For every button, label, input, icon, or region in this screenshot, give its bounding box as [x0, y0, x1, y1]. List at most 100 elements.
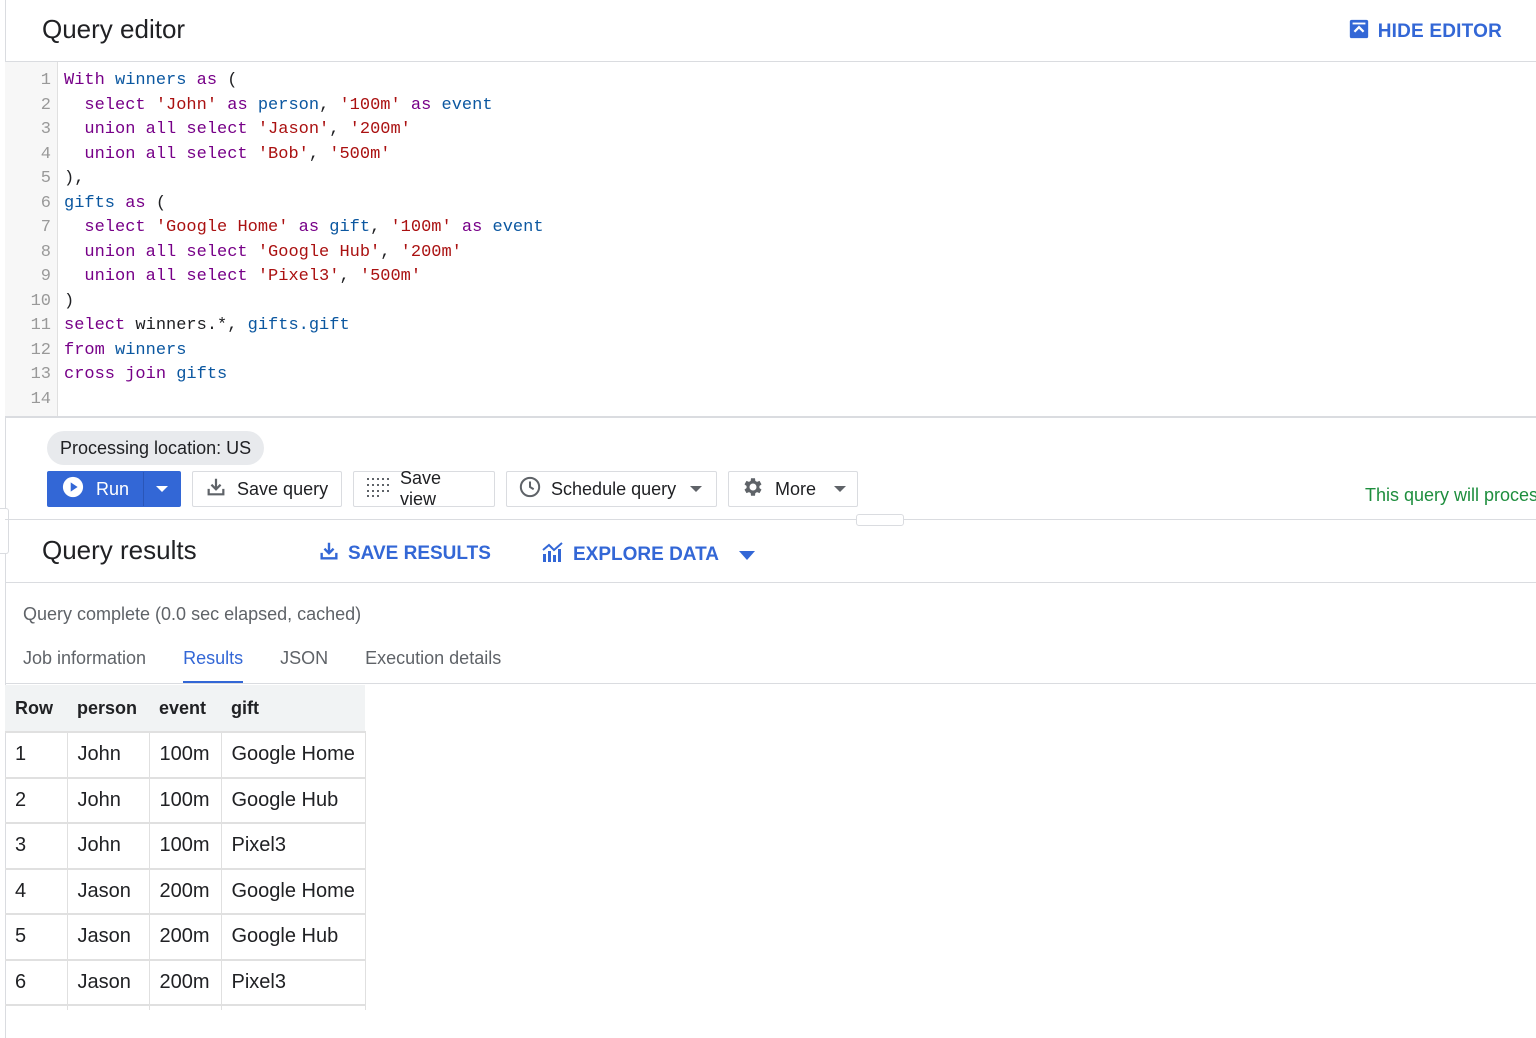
code-token: from: [64, 340, 116, 360]
code-token: ,: [370, 218, 391, 237]
code-text: union all select 'Bob', '500m': [64, 143, 390, 168]
run-button[interactable]: Run: [47, 471, 182, 507]
explore-data-label: EXPLORE DATA: [573, 544, 720, 565]
table-row[interactable]: 2 John 100m Google Hub: [5, 776, 366, 823]
explore-data-button[interactable]: EXPLORE DATA: [541, 540, 756, 570]
code-token: ,: [339, 267, 360, 286]
code-token: union all select: [84, 144, 258, 164]
line-number: 7: [40, 218, 51, 237]
save-results-button[interactable]: SAVE RESULTS: [318, 540, 491, 568]
code-text: With winners as (: [64, 69, 237, 94]
editor-title: Query editor: [42, 14, 186, 44]
line-number: 5: [40, 169, 51, 188]
code-line[interactable]: 4 union all select 'Bob', '500m': [5, 143, 1536, 168]
code-line[interactable]: 12 from winners: [5, 339, 1536, 364]
cell-gift: Google Home: [221, 867, 366, 914]
code-line[interactable]: 13 cross join gifts: [5, 363, 1536, 388]
bytes-processed-note: This query will proces: [1365, 485, 1536, 505]
tab-job-information[interactable]: Job information: [23, 646, 146, 684]
table-row[interactable]: 1 John 100m Google Home: [5, 731, 366, 778]
resize-handle[interactable]: [856, 514, 904, 526]
cell-row: 2: [5, 776, 68, 823]
table-row[interactable]: 3 John 100m Pixel3: [5, 822, 366, 869]
results-title: Query results: [42, 535, 197, 565]
tab-execution-details[interactable]: Execution details: [365, 646, 501, 684]
code-token: gifts: [176, 365, 228, 384]
cell-event: 200m: [149, 867, 222, 914]
side-panel-toggle[interactable]: [0, 508, 9, 554]
processing-location-chip[interactable]: Processing location: US: [47, 431, 265, 465]
save-query-label: Save query: [237, 478, 329, 499]
code-token: (: [155, 193, 167, 213]
line-number: 11: [30, 316, 51, 335]
code-line[interactable]: 2 select 'John' as person, '100m' as eve…: [5, 94, 1536, 119]
code-text: select 'Google Home' as gift, '100m' as …: [64, 216, 543, 241]
more-label: More: [775, 478, 817, 499]
schedule-query-button[interactable]: Schedule query: [506, 471, 718, 507]
code-text: from winners: [64, 339, 186, 364]
code-text: union all select 'Jason', '200m': [64, 118, 410, 143]
cell-gift: Google Home: [221, 731, 366, 778]
code-token: event: [441, 95, 493, 115]
query-toolbar: Run Save query Save view Schedule query …: [47, 468, 859, 509]
chevron-down-icon: [739, 550, 756, 560]
editor-divider: [5, 416, 1536, 418]
code-line[interactable]: 3 union all select 'Jason', '200m': [5, 118, 1536, 143]
code-line[interactable]: 7 select 'Google Home' as gift, '100m' a…: [5, 216, 1536, 241]
line-number: 4: [40, 144, 51, 164]
code-token: select: [84, 95, 156, 115]
cell-event: 100m: [149, 731, 222, 778]
save-view-button[interactable]: Save view: [353, 468, 496, 509]
cell-gift: Google Hub: [221, 776, 366, 823]
code-editor[interactable]: 1 With winners as (2 select 'John' as per…: [5, 62, 1536, 416]
code-token: 'John': [155, 95, 228, 115]
save-query-button[interactable]: Save query: [192, 471, 343, 507]
code-token: select: [64, 316, 136, 335]
code-token: as: [196, 71, 228, 90]
code-line[interactable]: 1 With winners as (: [5, 69, 1536, 94]
code-line[interactable]: 6 gifts as (: [5, 192, 1536, 217]
results-table: Row person event gift 1 John 100m Google Ho…: [5, 685, 366, 1010]
code-line[interactable]: 10): [5, 290, 1536, 315]
cell-person: Jason: [67, 958, 150, 1005]
code-line[interactable]: 9 union all select 'Pixel3', '500m': [5, 265, 1536, 290]
table-row[interactable]: 4 Jason 200m Google Home: [5, 867, 366, 914]
chevron-down-icon: [834, 486, 847, 492]
line-number: 9: [40, 267, 51, 286]
table-row[interactable]: 6 Jason 200m Pixel3: [5, 958, 366, 1005]
code-token: '200m': [400, 242, 462, 262]
run-options-dropdown[interactable]: [143, 472, 180, 506]
code-line[interactable]: 8 union all select 'Google Hub', '200m': [5, 241, 1536, 266]
code-line[interactable]: 14: [5, 388, 1536, 413]
code-line[interactable]: 11 select winners.*, gifts.gift: [5, 314, 1536, 339]
more-button[interactable]: More: [728, 471, 859, 507]
column-header-event: event: [149, 685, 221, 732]
hide-editor-button[interactable]: HIDE EDITOR: [1348, 18, 1502, 46]
gear-icon: [741, 475, 765, 504]
empty-cell: [5, 1004, 68, 1010]
panel-divider: [5, 519, 1536, 520]
tab-json[interactable]: JSON: [280, 646, 328, 684]
tab-results[interactable]: Results: [183, 646, 244, 684]
download-icon: [318, 540, 340, 568]
empty-cell: [149, 1004, 222, 1010]
save-results-label: SAVE RESULTS: [348, 543, 491, 564]
code-token: winners: [115, 340, 187, 360]
cell-row: 1: [5, 731, 68, 778]
code-token: 'Pixel3': [257, 267, 340, 286]
table-row[interactable]: 5 Jason 200m Google Hub: [5, 913, 366, 960]
code-token: union all select: [84, 242, 258, 262]
code-line[interactable]: 5),: [5, 167, 1536, 192]
code-token: as: [125, 193, 156, 213]
chevron-down-icon: [156, 486, 169, 492]
code-token: gift: [329, 218, 371, 237]
code-token: ): [64, 291, 75, 311]
run-main[interactable]: Run: [48, 472, 143, 506]
cell-event: 100m: [149, 776, 222, 823]
code-token: (: [227, 71, 238, 90]
code-token: winners: [115, 71, 197, 90]
code-token: 'Jason': [257, 120, 330, 139]
